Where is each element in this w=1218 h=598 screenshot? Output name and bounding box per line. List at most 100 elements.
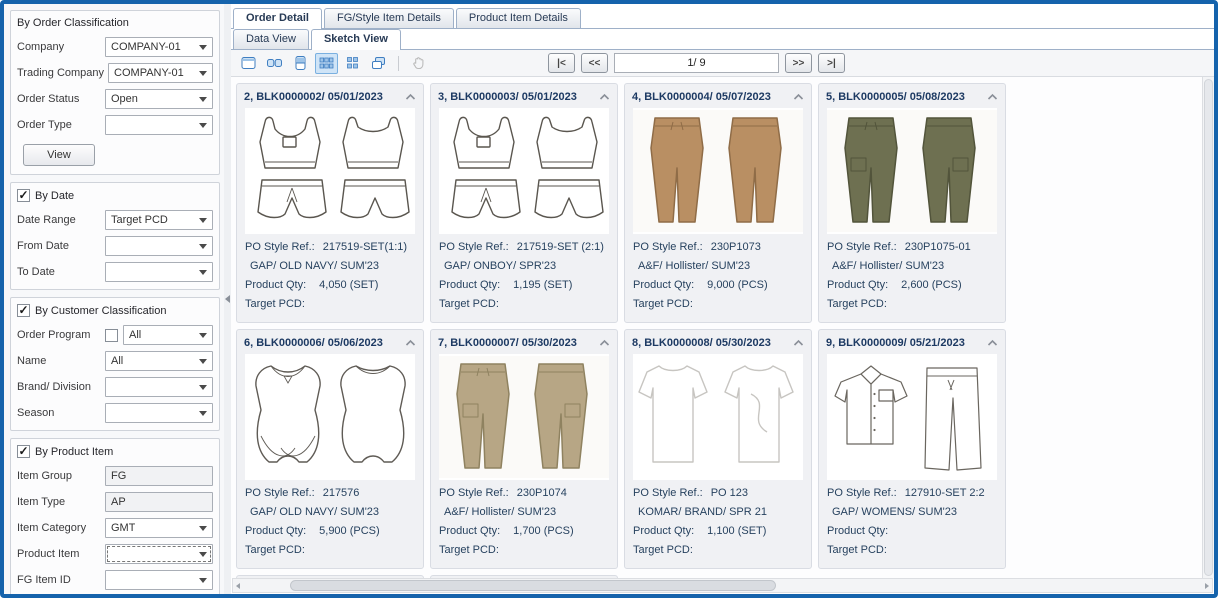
order-card[interactable]: 2, BLK0000002/ 05/01/2023 PO Style Ref.:…	[236, 83, 424, 323]
collapse-chevron-icon[interactable]	[599, 339, 610, 347]
sketch-toolbar: |< << 1/ 9 >> >|	[231, 50, 1214, 77]
dropdown[interactable]: GMT	[105, 518, 213, 538]
tab-sketch-view[interactable]: Sketch View	[311, 29, 401, 50]
chevron-down-icon	[199, 552, 207, 557]
product-qty-value: 4,050 (SET)	[319, 279, 378, 291]
collapse-chevron-icon[interactable]	[405, 93, 416, 101]
field-label: Item Group	[17, 470, 105, 482]
target-pcd-label: Target PCD:	[439, 544, 499, 556]
tab-fg-style-item-details[interactable]: FG/Style Item Details	[324, 8, 454, 28]
order-card[interactable]: 5, BLK0000005/ 05/08/2023 PO Style Ref.:…	[818, 83, 1006, 323]
dropdown[interactable]: COMPANY-01	[108, 63, 213, 83]
split-view-icon[interactable]	[289, 53, 312, 74]
collapse-chevron-icon[interactable]	[599, 93, 610, 101]
order-card[interactable]: 9, BLK0000009/ 05/21/2023 PO Style Ref.:…	[818, 329, 1006, 569]
field-value: All	[111, 355, 123, 367]
chevron-down-icon	[199, 526, 207, 531]
product-qty-value: 2,600 (PCS)	[901, 279, 962, 291]
first-page-button[interactable]: |<	[548, 53, 575, 73]
pan-icon	[407, 53, 430, 74]
field-row: Item Category GMT	[17, 518, 213, 538]
collapse-chevron-icon[interactable]	[987, 339, 998, 347]
thumbnail-grid-view-icon[interactable]	[315, 53, 338, 74]
sidebar-splitter[interactable]	[224, 4, 231, 594]
next-page-button[interactable]: >>	[785, 53, 812, 73]
field-value: COMPANY-01	[111, 41, 181, 53]
dropdown[interactable]	[105, 115, 213, 135]
horizontal-scrollbar-thumb[interactable]	[290, 580, 776, 591]
field-label: Order Status	[17, 93, 105, 105]
product-qty-label: Product Qty:	[245, 525, 306, 537]
chevron-down-icon	[199, 359, 207, 364]
section-title: By Order Classification	[17, 17, 129, 29]
order-card-title: 3, BLK0000003/ 05/01/2023	[438, 91, 577, 103]
tab-product-item-details[interactable]: Product Item Details	[456, 8, 581, 28]
collapse-chevron-icon[interactable]	[987, 93, 998, 101]
field-row: Trading Company COMPANY-01	[17, 63, 213, 83]
dropdown[interactable]	[105, 236, 213, 256]
tab-data-view[interactable]: Data View	[233, 29, 309, 49]
last-page-button[interactable]: >|	[818, 53, 845, 73]
target-pcd-label: Target PCD:	[245, 544, 305, 556]
section-checkbox[interactable]: ✓	[17, 304, 30, 317]
inline-checkbox[interactable]	[105, 329, 118, 342]
field-label: Brand/ Division	[17, 381, 105, 393]
garment-sketch-image	[439, 108, 609, 234]
text-field[interactable]: AP	[105, 492, 213, 512]
cascade-view-icon[interactable]	[367, 53, 390, 74]
order-card[interactable]: 8, BLK0000008/ 05/30/2023 PO Style Ref.:…	[624, 329, 812, 569]
vertical-scrollbar-thumb[interactable]	[1204, 79, 1213, 576]
field-row: FG Item ID	[17, 570, 213, 590]
dropdown[interactable]: All	[123, 325, 213, 345]
dropdown[interactable]	[105, 544, 213, 564]
vertical-scrollbar[interactable]	[1202, 77, 1214, 578]
po-style-ref-value: PO 123	[711, 487, 748, 499]
product-qty-label: Product Qty:	[633, 279, 694, 291]
dropdown[interactable]	[105, 403, 213, 423]
order-card[interactable]: 3, BLK0000003/ 05/01/2023 PO Style Ref.:…	[430, 83, 618, 323]
order-card[interactable]: 7, BLK0000007/ 05/30/2023 PO Style Ref.:…	[430, 329, 618, 569]
field-label: Item Type	[17, 496, 105, 508]
order-card[interactable]: 6, BLK0000006/ 05/06/2023 PO Style Ref.:…	[236, 329, 424, 569]
field-value: All	[129, 329, 141, 341]
target-pcd-label: Target PCD:	[633, 544, 693, 556]
dropdown[interactable]: COMPANY-01	[105, 37, 213, 57]
dropdown[interactable]: Target PCD	[105, 210, 213, 230]
po-style-ref-label: PO Style Ref.:	[633, 487, 703, 499]
garment-sketch-image	[439, 354, 609, 480]
filter-section: ✓ By Date Date Range Target PCD From Dat…	[10, 182, 220, 290]
prev-page-button[interactable]: <<	[581, 53, 608, 73]
dropdown[interactable]	[105, 377, 213, 397]
filter-section: ✓ By Customer Classification Order Progr…	[10, 297, 220, 431]
single-view-icon[interactable]	[237, 53, 260, 74]
dropdown[interactable]: Open	[105, 89, 213, 109]
order-card[interactable]: 4, BLK0000004/ 05/07/2023 PO Style Ref.:…	[624, 83, 812, 323]
horizontal-scrollbar[interactable]	[232, 578, 1213, 593]
order-card-title: 8, BLK0000008/ 05/30/2023	[632, 337, 771, 349]
section-checkbox[interactable]: ✓	[17, 445, 30, 458]
collapse-chevron-icon[interactable]	[793, 339, 804, 347]
field-row: Order Type	[17, 115, 213, 135]
field-label: Date Range	[17, 214, 105, 226]
po-style-ref-value: 230P1073	[711, 241, 761, 253]
scroll-left-icon[interactable]	[236, 583, 240, 589]
product-qty-label: Product Qty:	[827, 525, 888, 537]
dropdown[interactable]	[105, 570, 213, 590]
scroll-right-icon[interactable]	[1205, 583, 1209, 589]
dropdown[interactable]: All	[105, 351, 213, 371]
side-by-side-view-icon[interactable]	[263, 53, 286, 74]
text-field[interactable]: FG	[105, 466, 213, 486]
field-value: Open	[111, 93, 138, 105]
view-button[interactable]: View	[23, 144, 95, 166]
chevron-down-icon	[199, 270, 207, 275]
collapse-chevron-icon[interactable]	[405, 339, 416, 347]
dropdown[interactable]	[105, 262, 213, 282]
chevron-down-icon	[199, 45, 207, 50]
order-card-title: 6, BLK0000006/ 05/06/2023	[244, 337, 383, 349]
tab-order-detail[interactable]: Order Detail	[233, 8, 322, 29]
field-row: Brand/ Division	[17, 377, 213, 397]
small-grid-view-icon[interactable]	[341, 53, 364, 74]
section-checkbox[interactable]: ✓	[17, 189, 30, 202]
chevron-down-icon	[199, 71, 207, 76]
collapse-chevron-icon[interactable]	[793, 93, 804, 101]
